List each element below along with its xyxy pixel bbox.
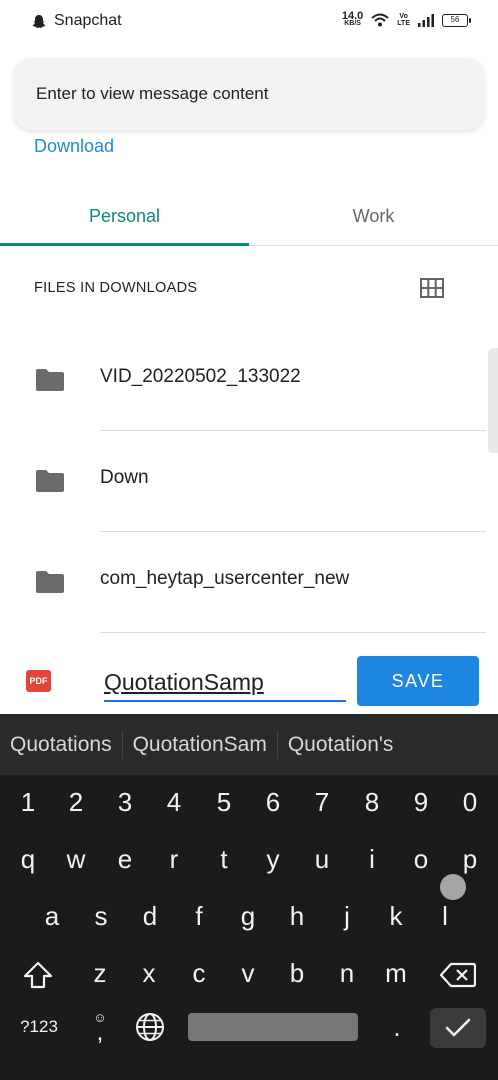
symbols-key[interactable]: ?123 [10, 1002, 68, 1052]
key-i[interactable]: i [350, 834, 394, 884]
save-button[interactable]: SAVE [357, 656, 479, 706]
battery-icon: 56 [442, 13, 471, 27]
file-name: com_heytap_usercenter_new [100, 568, 350, 589]
notification-text: Enter to view message content [36, 84, 269, 103]
key-g[interactable]: g [226, 891, 270, 941]
key-k[interactable]: k [374, 891, 418, 941]
section-title: FILES IN DOWNLOADS [34, 280, 198, 296]
list-item[interactable]: Down [0, 431, 498, 532]
filename-input[interactable] [104, 664, 346, 702]
key-v[interactable]: v [226, 948, 270, 998]
done-key[interactable] [430, 1008, 486, 1048]
key-3[interactable]: 3 [103, 777, 147, 827]
key-8[interactable]: 8 [350, 777, 394, 827]
suggestion-strip: Quotations QuotationSam Quotation's [0, 714, 498, 775]
snapchat-ghost-icon [32, 14, 46, 28]
divider [100, 632, 486, 633]
space-key[interactable] [188, 1013, 358, 1041]
backspace-key[interactable] [436, 950, 480, 1000]
key-x[interactable]: x [127, 948, 171, 998]
file-name: VID_20220502_133022 [100, 366, 301, 387]
key-l[interactable]: l [423, 891, 467, 941]
key-w[interactable]: w [54, 834, 98, 884]
key-1[interactable]: 1 [6, 777, 50, 827]
key-r[interactable]: r [152, 834, 196, 884]
shift-icon [23, 961, 53, 989]
grid-view-icon[interactable] [420, 278, 444, 298]
key-a[interactable]: a [30, 891, 74, 941]
notification-banner[interactable]: Enter to view message content [14, 58, 484, 130]
network-speed-unit: KB/S [344, 20, 361, 27]
key-9[interactable]: 9 [399, 777, 443, 827]
key-s[interactable]: s [79, 891, 123, 941]
network-speed: 14.0 KB/S [341, 10, 364, 28]
key-q[interactable]: q [6, 834, 50, 884]
list-item[interactable]: VID_20220502_133022 [0, 330, 498, 431]
key-7[interactable]: 7 [300, 777, 344, 827]
comma-emoji-key[interactable]: ☺ , [80, 1002, 120, 1052]
key-h[interactable]: h [275, 891, 319, 941]
page-title: Download [34, 136, 115, 156]
key-m[interactable]: m [374, 948, 418, 998]
folder-icon [36, 470, 64, 492]
file-name: Down [100, 467, 149, 488]
key-t[interactable]: t [202, 834, 246, 884]
key-u[interactable]: u [300, 834, 344, 884]
language-key[interactable] [128, 1002, 172, 1052]
checkmark-icon [445, 1018, 471, 1037]
list-item[interactable]: com_heytap_usercenter_new [0, 532, 498, 633]
status-app-name: Snapchat [54, 12, 122, 29]
key-z[interactable]: z [78, 948, 122, 998]
key-0[interactable]: 0 [448, 777, 492, 827]
key-e[interactable]: e [103, 834, 147, 884]
pdf-file-icon: PDF [26, 670, 51, 692]
network-speed-value: 14.0 [341, 10, 364, 22]
suggestion[interactable]: Quotations [0, 730, 123, 759]
profile-tabs: Personal Work [0, 186, 498, 246]
backspace-icon [440, 962, 476, 988]
suggestion[interactable]: Quotation's [278, 731, 404, 759]
suggestion[interactable]: QuotationSam [123, 730, 278, 759]
status-bar: Snapchat 14.0 KB/S Vo LTE 56 [0, 0, 498, 46]
status-left: Snapchat [32, 12, 122, 30]
key-2[interactable]: 2 [54, 777, 98, 827]
folder-icon [36, 571, 64, 593]
tab-work[interactable]: Work [249, 186, 498, 246]
scrollbar[interactable] [488, 348, 498, 453]
wifi-icon [371, 13, 389, 27]
shift-key[interactable] [16, 950, 60, 1000]
key-4[interactable]: 4 [152, 777, 196, 827]
key-o[interactable]: o [399, 834, 443, 884]
signal-icon [418, 13, 434, 27]
key-c[interactable]: c [177, 948, 221, 998]
tab-personal[interactable]: Personal [0, 186, 249, 246]
key-5[interactable]: 5 [202, 777, 246, 827]
period-key[interactable]: . [375, 1002, 419, 1052]
key-y[interactable]: y [251, 834, 295, 884]
keyboard: Quotations QuotationSam Quotation's 1 2 … [0, 714, 498, 1080]
folder-icon [36, 369, 64, 391]
status-right: 14.0 KB/S Vo LTE 56 [341, 10, 471, 28]
active-tab-indicator [0, 243, 249, 246]
globe-icon [136, 1013, 164, 1041]
save-bar: PDF SAVE [0, 646, 498, 714]
key-6[interactable]: 6 [251, 777, 295, 827]
key-j[interactable]: j [325, 891, 369, 941]
volte-indicator: Vo LTE [397, 13, 410, 27]
key-d[interactable]: d [128, 891, 172, 941]
comma-label: , [96, 1019, 104, 1046]
key-f[interactable]: f [177, 891, 221, 941]
key-b[interactable]: b [275, 948, 319, 998]
key-n[interactable]: n [325, 948, 369, 998]
